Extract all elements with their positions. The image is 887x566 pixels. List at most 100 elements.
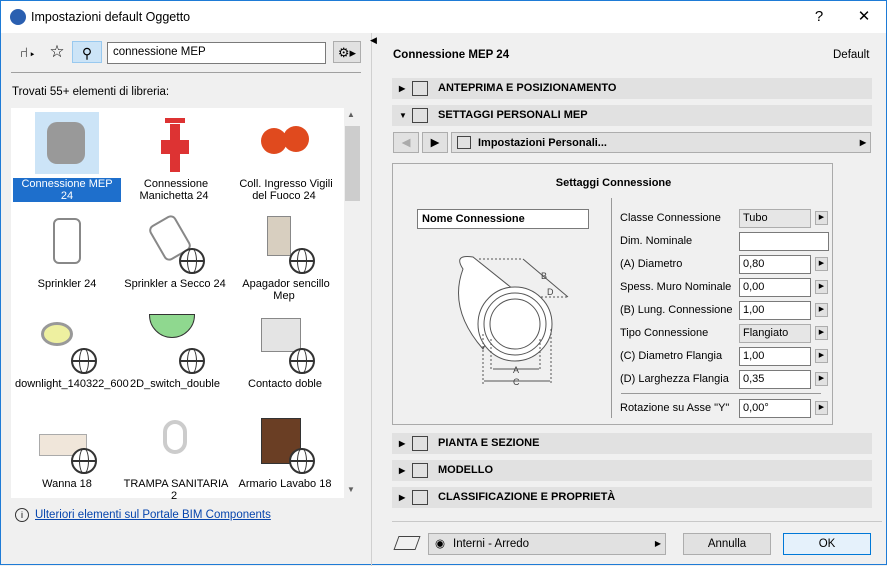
divider [11,72,361,73]
info-icon: i [15,508,29,522]
sprinkler-icon [143,212,207,274]
rotation-y-field[interactable]: 0,00° [739,399,811,418]
favorites-star-icon[interactable]: ☆ [46,41,68,63]
nominal-size-field[interactable] [739,232,829,251]
flange-diameter-field[interactable]: 1,00 [739,347,811,366]
downlight-icon [35,312,99,374]
library-item[interactable]: downlight_140322_600 [13,310,129,410]
default-label: Default [833,49,870,61]
param-arrow-button[interactable]: ▶ [815,303,828,317]
connection-diagram: B D A C [458,256,569,387]
param-arrow-button[interactable]: ▶ [815,349,828,363]
eye-icon: ◉ [435,538,446,550]
connection-type-select[interactable]: Flangiato [739,324,811,343]
page-select[interactable]: Impostazioni Personali... ▶ [451,132,871,153]
scroll-down-icon[interactable]: ▼ [347,485,355,494]
cabinet-icon [253,412,317,474]
scroll-up-icon[interactable]: ▲ [347,110,355,119]
splitter[interactable] [371,33,372,566]
library-item[interactable]: Coll. Ingresso Vigili del Fuoco 24 [231,110,339,210]
library-item[interactable]: Contacto doble [231,310,339,410]
section-plan[interactable]: ▶ PIANTA E SEZIONE [392,433,872,454]
library-folder-icon[interactable]: ⑁▸ [15,41,41,63]
layer-select[interactable]: ◉ Interni - Arredo ▶ [428,533,666,555]
custom-settings-icon [412,108,428,123]
divider [611,198,612,418]
library-item[interactable]: Sprinkler 24 [13,210,121,310]
panel-title: Settaggi Connessione [555,177,672,189]
preview-icon [412,81,428,96]
search-input[interactable]: connessione MEP [107,42,326,64]
param-arrow-button[interactable]: ▶ [815,326,828,340]
valve-icon [143,112,207,174]
library-item[interactable]: Armario Lavabo 18 [231,410,339,510]
connection-length-field[interactable]: 1,00 [739,301,811,320]
section-classification[interactable]: ▶ CLASSIFICAZIONE E PROPRIETÀ [392,487,872,508]
param-label: (B) Lung. Connessione [620,304,733,316]
param-arrow-button[interactable]: ▶ [815,401,828,415]
library-item[interactable]: Connessione Manichetta 24 [121,110,229,210]
section-custom-settings[interactable]: ▼ SETTAGGI PERSONALI MEP [392,105,872,126]
param-arrow-button[interactable]: ▶ [815,280,828,294]
param-label: Tipo Connessione [620,327,709,339]
plan-section-icon [412,436,428,451]
library-item[interactable]: Sprinkler a Secco 24 [121,210,229,310]
param-label: Classe Connessione [620,212,721,224]
library-item[interactable]: TRAMPA SANITARIA 2 [121,410,229,510]
classification-icon [412,490,428,505]
library-item[interactable]: Connessione MEP 24 [13,110,121,210]
settings-panel: Settaggi Connessione Nome Connessione B … [392,163,833,425]
page-select-value: Impostazioni Personali... [478,137,607,149]
label-a: A [513,365,519,375]
label-c: C [513,377,520,387]
pipe-connection-icon [35,112,99,174]
param-arrow-button[interactable]: ▶ [815,372,828,386]
diameter-field[interactable]: 0,80 [739,255,811,274]
wall-thickness-field[interactable]: 0,00 [739,278,811,297]
outlet-box-icon [253,312,317,374]
close-button[interactable]: ✕ [841,1,887,33]
sink-trap-icon [143,412,207,474]
library-grid: Connessione MEP 24 Connessione Manichett… [11,108,361,502]
param-label: (C) Diametro Flangia [620,350,723,362]
param-label: (A) Diametro [620,258,683,270]
cancel-button[interactable]: Annulla [683,533,771,555]
search-icon[interactable]: ⚲ [72,41,102,63]
label-d: D [547,287,554,297]
app-logo-icon [10,9,26,25]
section-preview[interactable]: ▶ ANTEPRIMA E POSIZIONAMENTO [392,78,872,99]
dropdown-arrow-icon: ▶ [859,138,866,147]
title-bar: Impostazioni default Oggetto ? ✕ [1,1,886,33]
library-item[interactable]: Apagador sencillo Mep [231,210,339,310]
collapse-arrow-icon[interactable]: ◀ [370,35,377,46]
param-label: Dim. Nominale [620,235,693,247]
flange-width-field[interactable]: 0,35 [739,370,811,389]
connection-class-select[interactable]: Tubo [739,209,811,228]
dropdown-arrow-icon: ▶ [654,539,661,548]
results-count: Trovati 55+ elementi di libreria: [12,86,170,98]
library-scrollbar[interactable]: ▲ ▼ [344,108,361,498]
connection-name-field[interactable]: Nome Connessione [417,209,589,229]
layer-value: Interni - Arredo [453,538,530,550]
switch-box-icon [253,212,317,274]
divider [621,393,821,394]
sprinkler-icon [35,212,99,274]
bim-portal-link[interactable]: Ulteriori elementi sul Portale BIM Compo… [35,509,271,521]
library-item[interactable]: Wanna 18 [13,410,121,510]
divider [392,521,882,522]
next-page-button[interactable]: ▶ [422,132,448,153]
library-item[interactable]: 2D_switch_double [121,310,229,410]
settings-gear-icon[interactable]: ⚙▸ [333,41,361,63]
help-button[interactable]: ? [796,1,842,33]
ok-button[interactable]: OK [783,533,871,555]
param-arrow-button[interactable]: ▶ [815,211,828,225]
layers-icon [393,536,421,550]
bathtub-icon [35,412,99,474]
prev-page-button[interactable]: ◀ [393,132,419,153]
switch-2d-icon [143,312,207,374]
scroll-thumb[interactable] [345,126,360,201]
fire-inlet-icon [253,112,317,174]
param-label: Spess. Muro Nominale [620,281,732,293]
param-arrow-button[interactable]: ▶ [815,257,828,271]
section-model[interactable]: ▶ MODELLO [392,460,872,481]
